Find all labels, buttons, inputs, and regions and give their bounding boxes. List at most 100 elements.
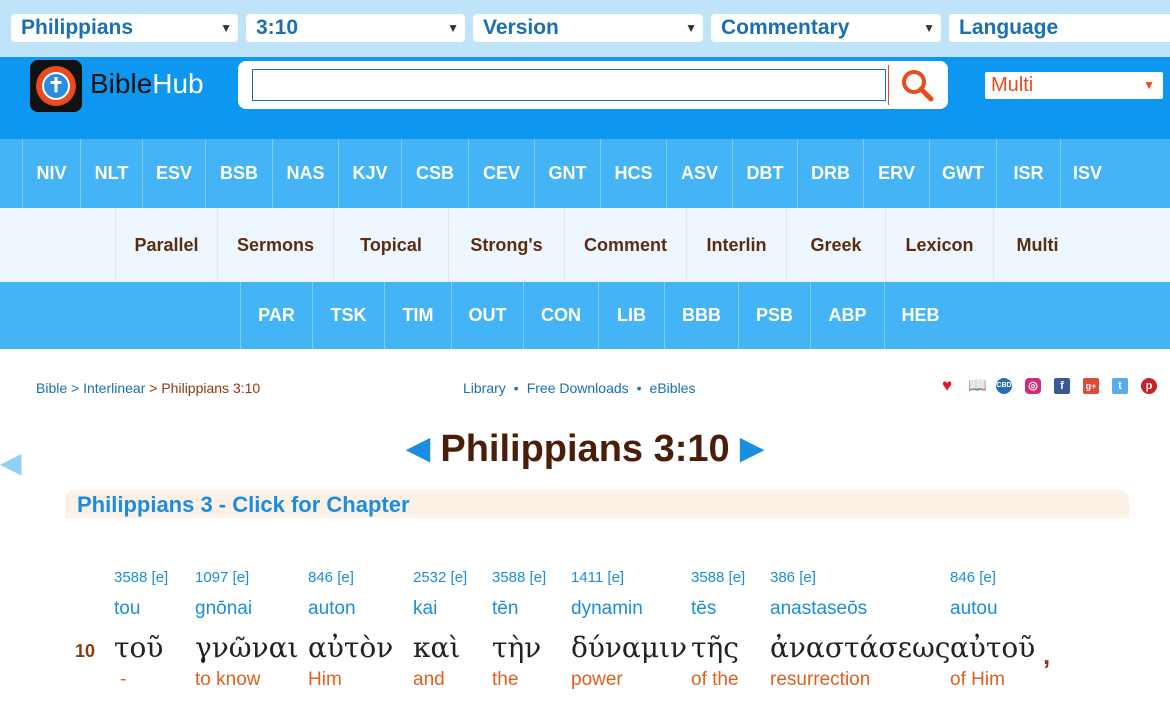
source-link[interactable]: HEB (884, 282, 956, 349)
interlinear-word: 3588 [e] tou τοῦ - (114, 568, 168, 691)
source-link[interactable]: ABP (810, 282, 884, 349)
version-link[interactable]: CEV (468, 139, 534, 208)
tool-link[interactable]: Topical (333, 208, 448, 282)
twitter-icon[interactable]: t (1112, 378, 1128, 394)
version-link[interactable]: GNT (534, 139, 600, 208)
transliteration[interactable]: autou (950, 596, 1035, 632)
english-gloss: to know (195, 669, 261, 690)
commentary-select-label: Commentary (721, 16, 850, 39)
language-select-top[interactable]: Language (949, 14, 1170, 42)
library-link[interactable]: Library (463, 380, 506, 396)
tool-link[interactable]: Strong's (448, 208, 564, 282)
version-link[interactable]: ASV (666, 139, 732, 208)
pinterest-icon[interactable]: p (1141, 378, 1157, 394)
version-link[interactable]: ESV (142, 139, 205, 208)
version-select[interactable]: Version ▼ (473, 14, 703, 42)
tool-link[interactable]: Sermons (217, 208, 333, 282)
source-link[interactable]: BBB (664, 282, 738, 349)
transliteration[interactable]: tēs (691, 596, 745, 632)
bullet-icon: • (636, 380, 642, 396)
greek-word: καὶ (413, 631, 461, 664)
version-link[interactable]: CSB (401, 139, 468, 208)
source-link[interactable]: CON (523, 282, 598, 349)
verse-select[interactable]: 3:10 ▼ (246, 14, 465, 42)
transliteration[interactable]: gnōnai (195, 596, 299, 632)
english-gloss: the (492, 669, 519, 690)
tool-link[interactable]: Multi (993, 208, 1081, 282)
strongs-link[interactable]: 846 [e] (308, 568, 393, 596)
tool-link[interactable]: Comment (564, 208, 686, 282)
ebibles-link[interactable]: eBibles (650, 380, 696, 396)
heart-icon[interactable]: ♥ (939, 377, 955, 394)
free-downloads-link[interactable]: Free Downloads (527, 380, 629, 396)
transliteration[interactable]: auton (308, 596, 393, 632)
version-link[interactable]: KJV (338, 139, 401, 208)
verse-select-label: 3:10 (256, 16, 299, 39)
chevron-down-icon: ▼ (685, 21, 697, 35)
interlinear-word: 846 [e] auton αὐτὸν Him (308, 568, 393, 691)
strongs-link[interactable]: 846 [e] (950, 568, 1035, 596)
book-select[interactable]: Philippians ▼ (11, 14, 238, 42)
tool-link[interactable]: Greek (786, 208, 885, 282)
version-link[interactable]: NLT (80, 139, 142, 208)
facebook-icon[interactable]: f (1054, 378, 1070, 394)
breadcrumb-current: Philippians 3:10 (161, 380, 261, 396)
language-select[interactable]: Multi ▼ (985, 72, 1163, 99)
version-link[interactable]: BSB (205, 139, 272, 208)
strongs-link[interactable]: 2532 [e] (413, 568, 467, 596)
version-link[interactable]: DRB (797, 139, 863, 208)
breadcrumb-sep: > (67, 380, 84, 396)
version-link[interactable]: NIV (22, 139, 80, 208)
english-gloss: and (413, 669, 445, 690)
version-link[interactable]: NAS (272, 139, 338, 208)
chevron-down-icon: ▼ (447, 21, 459, 35)
transliteration[interactable]: dynamin (571, 596, 687, 632)
breadcrumb-interlinear[interactable]: Interlinear (83, 380, 145, 396)
search-input[interactable] (252, 69, 886, 101)
greek-word: γνῶναι (195, 631, 299, 664)
tool-link[interactable]: Lexicon (885, 208, 993, 282)
prev-verse-arrow-icon[interactable]: ◀ (407, 432, 430, 465)
transliteration[interactable]: kai (413, 596, 467, 632)
tool-link[interactable]: Interlin (686, 208, 786, 282)
transliteration[interactable]: tēn (492, 596, 546, 632)
page-title-text: Philippians 3:10 (440, 428, 730, 470)
chapter-link[interactable]: Philippians 3 - Click for Chapter (65, 490, 1129, 518)
breadcrumb-bible[interactable]: Bible (36, 380, 67, 396)
interlinear-word: 846 [e] autou αὐτοῦ of Him (950, 568, 1035, 691)
brand-name[interactable]: BibleHub (90, 68, 204, 100)
interlinear-word: 386 [e] anastaseōs ἀναστάσεως resurrecti… (770, 568, 950, 691)
source-link[interactable]: PSB (738, 282, 810, 349)
instagram-icon[interactable]: ◎ (1025, 378, 1041, 394)
version-link[interactable]: ERV (863, 139, 929, 208)
version-link[interactable]: ISR (996, 139, 1060, 208)
cross-icon: ✝ (42, 72, 70, 100)
transliteration[interactable]: tou (114, 596, 168, 632)
biblehub-logo[interactable]: ✝ (30, 60, 82, 112)
source-link[interactable]: PAR (240, 282, 312, 349)
version-link[interactable]: HCS (600, 139, 666, 208)
english-gloss: of the (691, 669, 739, 690)
version-link[interactable]: DBT (732, 139, 797, 208)
google-plus-icon[interactable]: g+ (1083, 378, 1099, 394)
source-link[interactable]: LIB (598, 282, 664, 349)
strongs-link[interactable]: 3588 [e] (114, 568, 168, 596)
strongs-link[interactable]: 3588 [e] (492, 568, 546, 596)
commentary-select[interactable]: Commentary ▼ (711, 14, 941, 42)
cbd-icon[interactable]: CBD (996, 378, 1012, 394)
book-icon[interactable]: 📖 (968, 378, 987, 394)
tool-link[interactable]: Parallel (115, 208, 217, 282)
strongs-link[interactable]: 3588 [e] (691, 568, 745, 596)
search-button[interactable] (888, 65, 947, 105)
source-link[interactable]: TSK (312, 282, 384, 349)
strongs-link[interactable]: 1411 [e] (571, 568, 687, 596)
source-link[interactable]: TIM (384, 282, 451, 349)
source-link[interactable]: OUT (451, 282, 523, 349)
greek-word: αὐτὸν (308, 631, 394, 664)
strongs-link[interactable]: 386 [e] (770, 568, 950, 596)
strongs-link[interactable]: 1097 [e] (195, 568, 299, 596)
version-link[interactable]: ISV (1060, 139, 1114, 208)
next-verse-arrow-icon[interactable]: ▶ (740, 432, 763, 465)
transliteration[interactable]: anastaseōs (770, 596, 950, 632)
version-link[interactable]: GWT (929, 139, 996, 208)
